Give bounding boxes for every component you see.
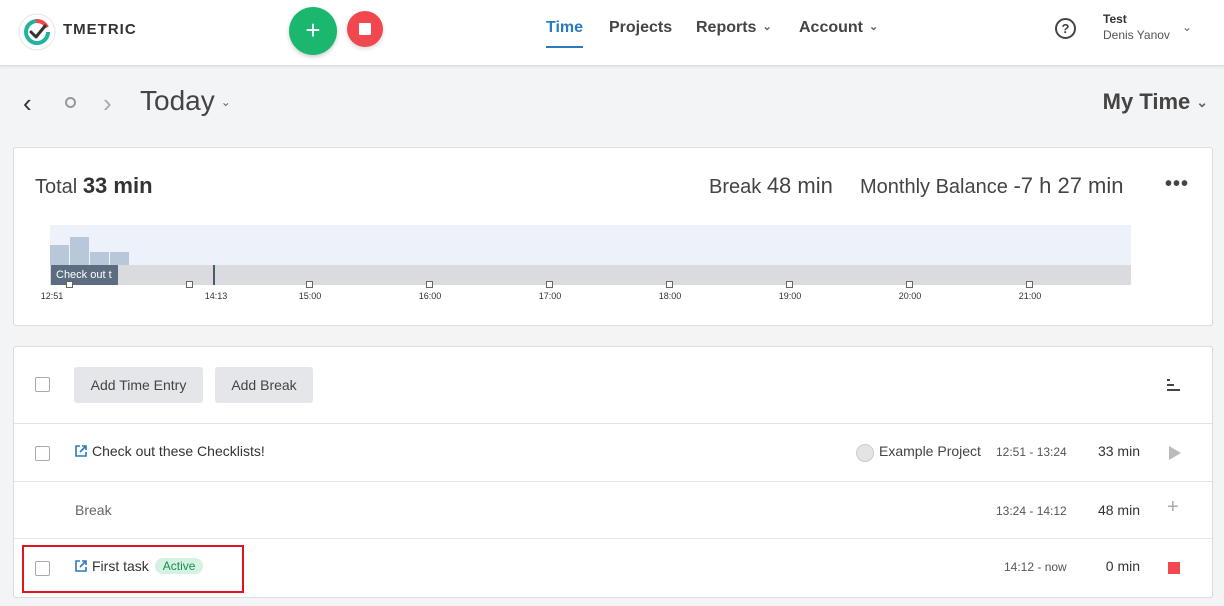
tmetric-logo-icon[interactable] bbox=[18, 13, 56, 51]
timeline-bar bbox=[90, 252, 109, 265]
time-range[interactable]: 12:51 - 13:24 bbox=[996, 445, 1067, 459]
user-name[interactable]: Denis Yanov bbox=[1103, 28, 1170, 42]
time-range[interactable]: 14:12 - now bbox=[1004, 560, 1067, 574]
chevron-down-icon: ⌄ bbox=[762, 21, 772, 33]
time-range[interactable]: 13:24 - 14:12 bbox=[996, 504, 1067, 518]
time-entries-card: Add Time Entry Add Break Check out these… bbox=[13, 346, 1213, 598]
view-label: My Time bbox=[1102, 89, 1191, 114]
sort-icon[interactable] bbox=[1167, 379, 1181, 391]
add-break-button[interactable]: Add Break bbox=[215, 367, 313, 403]
timeline-start-label: 12:51 bbox=[40, 291, 64, 301]
chevron-down-icon[interactable]: ⌄ bbox=[1182, 20, 1192, 34]
break-name: Break bbox=[75, 502, 112, 518]
timeline-tick bbox=[906, 281, 913, 288]
nav-reports[interactable]: Reports ⌄ bbox=[696, 19, 772, 37]
nav-active-underline bbox=[546, 46, 583, 48]
summary-card: Total 33 min Break 48 min Monthly Balanc… bbox=[13, 147, 1213, 326]
plus-icon[interactable]: + bbox=[1167, 496, 1179, 519]
timeline-tick bbox=[546, 281, 553, 288]
break-value: 48 min bbox=[766, 173, 833, 198]
chevron-down-icon: ⌄ bbox=[220, 95, 231, 109]
duration[interactable]: 0 min bbox=[1090, 558, 1140, 574]
timeline-hour-label: 19:00 bbox=[778, 291, 802, 301]
timeline-tick bbox=[186, 281, 193, 288]
nav-reports-label: Reports bbox=[696, 19, 757, 36]
timeline-hour-label: 15:00 bbox=[298, 291, 322, 301]
chevron-right-icon[interactable]: › bbox=[103, 88, 112, 119]
active-badge: Active bbox=[154, 558, 204, 574]
time-entry-row[interactable]: First task Active 14:12 - now 0 min bbox=[14, 539, 1212, 597]
timeline-bar bbox=[110, 252, 129, 265]
nav-time-label: Time bbox=[546, 19, 584, 36]
entries-toolbar: Add Time Entry Add Break bbox=[14, 347, 1212, 424]
timeline-tick bbox=[426, 281, 433, 288]
add-time-entry-button[interactable]: Add Time Entry bbox=[74, 367, 203, 403]
task-name[interactable]: Check out these Checklists! bbox=[92, 443, 265, 459]
total-value: 33 min bbox=[82, 173, 153, 198]
balance-value: -7 h 27 min bbox=[1013, 173, 1124, 198]
date-title: Today bbox=[140, 85, 215, 116]
start-timer-button[interactable]: + bbox=[289, 7, 337, 55]
stop-timer-button[interactable] bbox=[347, 11, 383, 47]
nav-account-label: Account bbox=[799, 19, 863, 36]
timeline-hour-label: 18:00 bbox=[658, 291, 682, 301]
chevron-down-icon: ⌄ bbox=[869, 21, 879, 33]
balance-summary: Monthly Balance -7 h 27 min bbox=[860, 173, 1124, 199]
more-icon[interactable]: ••• bbox=[1165, 173, 1189, 196]
plus-icon: + bbox=[305, 15, 321, 45]
select-all-checkbox[interactable] bbox=[35, 377, 50, 392]
timeline-hour-label: 17:00 bbox=[538, 291, 562, 301]
timeline-now-label: 14:13 bbox=[204, 291, 228, 301]
external-link-icon[interactable] bbox=[75, 445, 87, 457]
timeline-entry[interactable]: Check out t bbox=[51, 265, 118, 285]
user-org[interactable]: Test bbox=[1103, 12, 1127, 26]
total-label: Total bbox=[35, 176, 78, 198]
nav-projects[interactable]: Projects bbox=[609, 19, 672, 37]
nav-account[interactable]: Account ⌄ bbox=[799, 19, 878, 37]
timeline-tick bbox=[66, 281, 73, 288]
break-row[interactable]: Break 13:24 - 14:12 48 min + bbox=[14, 482, 1212, 539]
timeline-tick bbox=[786, 281, 793, 288]
nav-time[interactable]: Time bbox=[546, 19, 583, 37]
chevron-left-icon[interactable]: ‹ bbox=[23, 88, 32, 119]
entry-checkbox[interactable] bbox=[35, 561, 50, 576]
external-link-icon[interactable] bbox=[75, 560, 87, 572]
timeline-bar bbox=[70, 237, 89, 265]
timeline-tick bbox=[1026, 281, 1033, 288]
timeline-tick bbox=[306, 281, 313, 288]
timeline-hour-label: 21:00 bbox=[1018, 291, 1042, 301]
project-name[interactable]: Example Project bbox=[879, 443, 981, 459]
time-entry-row[interactable]: Check out these Checklists! Example Proj… bbox=[14, 424, 1212, 482]
date-picker[interactable]: Today ⌄ bbox=[140, 85, 231, 117]
timeline-now-marker bbox=[213, 265, 215, 285]
logo-text: TMETRIC bbox=[63, 21, 137, 38]
duration[interactable]: 33 min bbox=[1090, 443, 1140, 459]
timeline-tick bbox=[666, 281, 673, 288]
play-icon[interactable] bbox=[1169, 446, 1181, 460]
project-icon bbox=[856, 444, 874, 462]
today-circle-icon[interactable] bbox=[65, 97, 76, 108]
chevron-down-icon: ⌄ bbox=[1196, 94, 1208, 110]
timeline-hour-label: 16:00 bbox=[418, 291, 442, 301]
timeline-chart bbox=[50, 225, 1131, 265]
total-summary: Total 33 min bbox=[35, 173, 153, 199]
nav-projects-label: Projects bbox=[609, 19, 673, 36]
help-icon[interactable]: ? bbox=[1055, 18, 1076, 39]
top-header: TMETRIC + Time Projects Reports ⌄ Account… bbox=[0, 0, 1224, 66]
balance-label: Monthly Balance bbox=[860, 176, 1008, 198]
break-summary: Break 48 min bbox=[709, 173, 833, 199]
task-name-wrap: First task Active bbox=[92, 558, 204, 574]
timeline-bar bbox=[50, 245, 69, 265]
view-selector[interactable]: My Time ⌄ bbox=[1103, 89, 1208, 115]
task-name[interactable]: First task bbox=[92, 558, 149, 574]
stop-icon[interactable] bbox=[1168, 562, 1180, 574]
duration[interactable]: 48 min bbox=[1090, 502, 1140, 518]
entry-checkbox[interactable] bbox=[35, 446, 50, 461]
timeline-hour-label: 20:00 bbox=[898, 291, 922, 301]
break-label: Break bbox=[709, 176, 762, 198]
